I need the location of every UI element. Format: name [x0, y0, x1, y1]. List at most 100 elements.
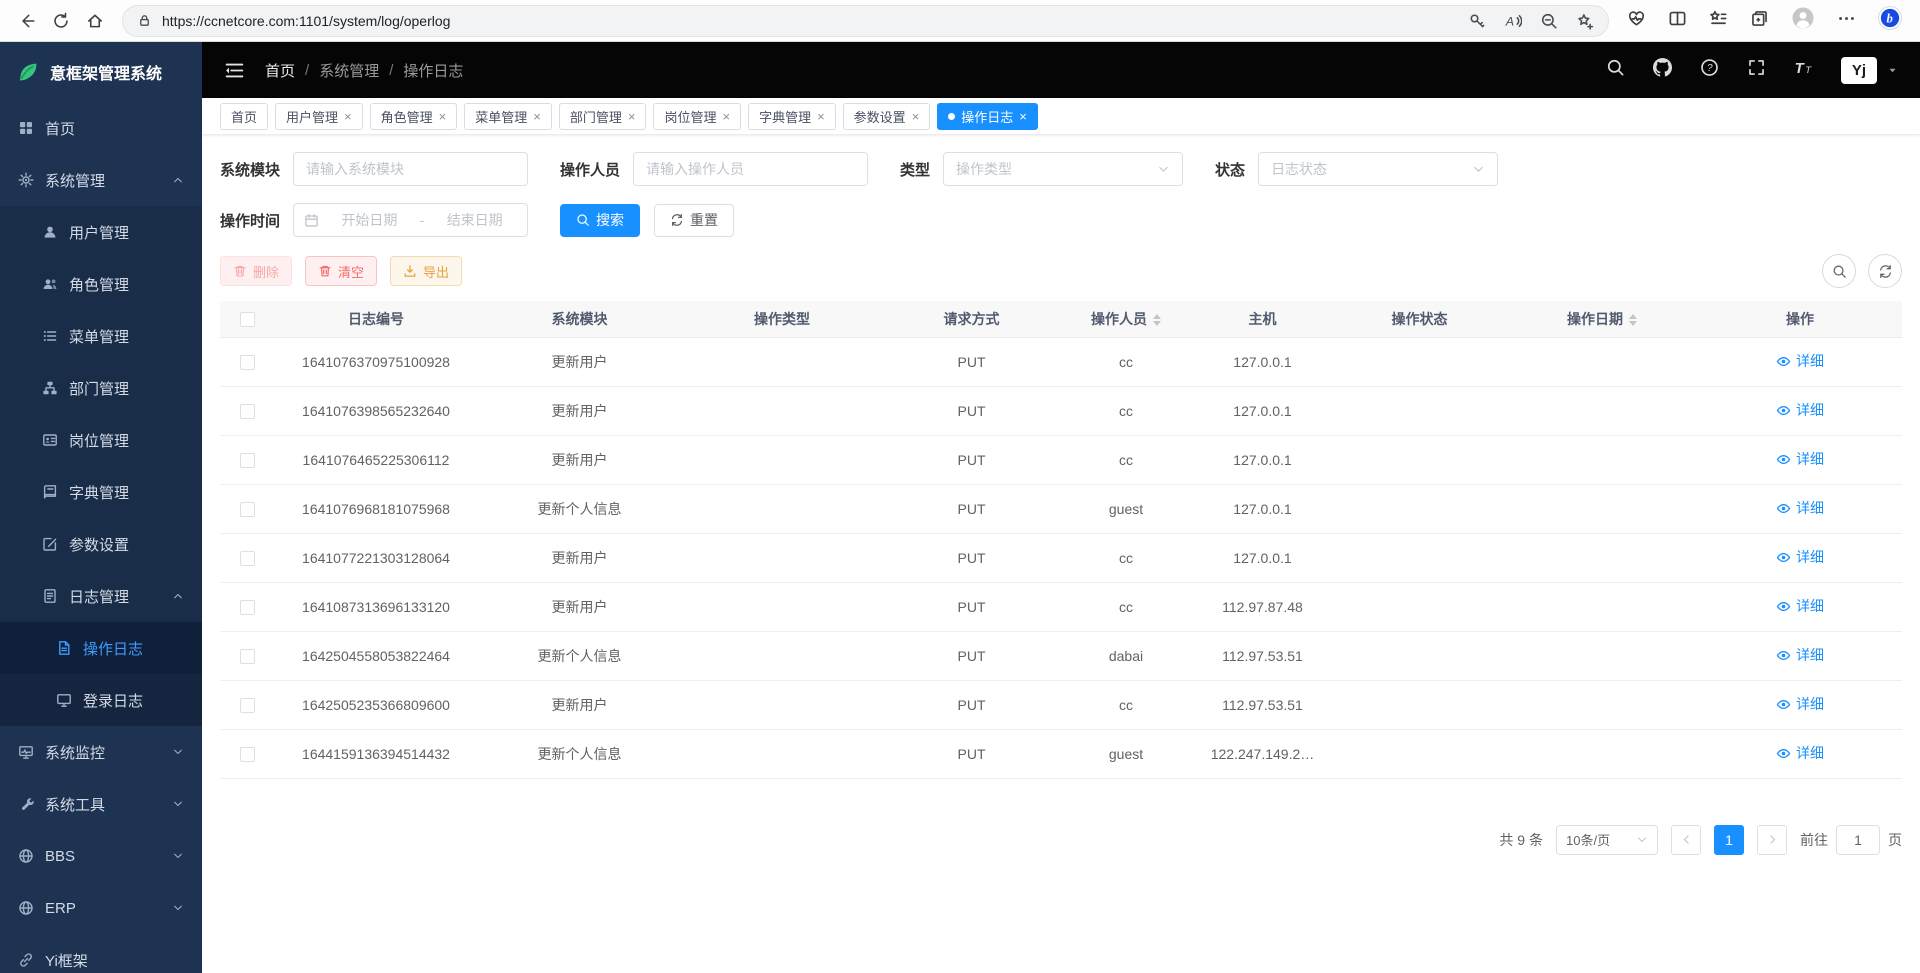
close-icon[interactable]: ×	[344, 110, 352, 123]
tab-post-mgmt[interactable]: 岗位管理×	[653, 103, 741, 130]
detail-link[interactable]: 详细	[1776, 547, 1824, 567]
sidebar-item-home[interactable]: 首页	[0, 102, 202, 154]
browser-menu-button[interactable]	[1837, 9, 1856, 33]
sidebar-item-dict-mgmt[interactable]: 字典管理	[0, 466, 202, 518]
password-key-button[interactable]	[1468, 12, 1486, 30]
row-checkbox[interactable]	[240, 355, 255, 370]
close-icon[interactable]: ×	[439, 110, 447, 123]
clear-button[interactable]: 清空	[305, 256, 377, 286]
url-text[interactable]: https://ccnetcore.com:1101/system/log/op…	[162, 13, 1450, 29]
browser-essentials-button[interactable]	[1627, 9, 1646, 33]
detail-link[interactable]: 详细	[1776, 400, 1824, 420]
select-all-checkbox[interactable]	[240, 312, 255, 327]
tab-role-mgmt[interactable]: 角色管理×	[370, 103, 458, 130]
row-checkbox[interactable]	[240, 600, 255, 615]
row-checkbox[interactable]	[240, 404, 255, 419]
bing-copilot-button[interactable]: b	[1878, 6, 1902, 35]
split-screen-button[interactable]	[1668, 9, 1687, 33]
sidebar-item-system-monitor[interactable]: 系统监控	[0, 726, 202, 778]
tab-home[interactable]: 首页	[220, 103, 268, 130]
github-button[interactable]	[1653, 58, 1672, 82]
home-button[interactable]	[78, 4, 112, 38]
sidebar-item-log-mgmt[interactable]: 日志管理	[0, 570, 202, 622]
row-checkbox[interactable]	[240, 453, 255, 468]
profile-avatar[interactable]	[1791, 6, 1815, 35]
fullscreen-button[interactable]	[1747, 58, 1766, 82]
export-button[interactable]: 导出	[390, 256, 462, 286]
detail-link[interactable]: 详细	[1776, 351, 1824, 371]
detail-link[interactable]: 详细	[1776, 645, 1824, 665]
col-header-date-sortable[interactable]: 操作日期	[1506, 301, 1698, 337]
sidebar-item-bbs[interactable]: BBS	[0, 830, 202, 882]
detail-link[interactable]: 详细	[1776, 498, 1824, 518]
close-icon[interactable]: ×	[1019, 110, 1027, 123]
row-checkbox[interactable]	[240, 649, 255, 664]
col-header-operator-sortable[interactable]: 操作人员	[1060, 301, 1192, 337]
operator-input[interactable]	[633, 152, 868, 186]
next-page-button[interactable]	[1757, 825, 1787, 855]
tab-user-mgmt[interactable]: 用户管理×	[275, 103, 363, 130]
collections-button[interactable]	[1750, 9, 1769, 33]
sort-caret-icon[interactable]	[1153, 314, 1161, 326]
sidebar-item-system-mgmt[interactable]: 系统管理	[0, 154, 202, 206]
close-icon[interactable]: ×	[912, 110, 920, 123]
tab-oper-log-active[interactable]: 操作日志×	[937, 103, 1038, 130]
sort-caret-icon[interactable]	[1629, 314, 1637, 326]
favorites-button[interactable]	[1709, 9, 1728, 33]
start-date-placeholder[interactable]: 开始日期	[327, 210, 412, 230]
sidebar-item-param-settings[interactable]: 参数设置	[0, 518, 202, 570]
tab-dict-mgmt[interactable]: 字典管理×	[748, 103, 836, 130]
tab-menu-mgmt[interactable]: 菜单管理×	[464, 103, 552, 130]
sidebar-item-erp[interactable]: ERP	[0, 882, 202, 934]
reload-button[interactable]	[44, 4, 78, 38]
status-select[interactable]: 日志状态	[1258, 152, 1498, 186]
goto-page-input[interactable]	[1836, 825, 1880, 855]
row-checkbox[interactable]	[240, 747, 255, 762]
detail-link[interactable]: 详细	[1776, 449, 1824, 469]
sidebar-item-system-tools[interactable]: 系统工具	[0, 778, 202, 830]
read-aloud-button[interactable]: A	[1504, 12, 1522, 30]
row-checkbox[interactable]	[240, 551, 255, 566]
date-range-picker[interactable]: 开始日期 - 结束日期	[293, 203, 528, 237]
header-search-button[interactable]	[1606, 58, 1625, 82]
app-logo[interactable]: 意框架管理系统	[0, 42, 202, 102]
page-size-select[interactable]: 10条/页	[1556, 825, 1658, 855]
add-favorite-button[interactable]	[1576, 12, 1594, 30]
row-checkbox[interactable]	[240, 502, 255, 517]
sidebar-item-login-log[interactable]: 登录日志	[0, 674, 202, 726]
end-date-placeholder[interactable]: 结束日期	[432, 210, 517, 230]
font-size-button[interactable]: TT	[1794, 58, 1813, 82]
detail-link[interactable]: 详细	[1776, 596, 1824, 616]
breadcrumb-system-mgmt[interactable]: 系统管理	[319, 60, 379, 81]
close-icon[interactable]: ×	[722, 110, 730, 123]
refresh-table-button[interactable]	[1868, 254, 1902, 288]
detail-link[interactable]: 详细	[1776, 694, 1824, 714]
reset-button[interactable]: 重置	[654, 204, 734, 237]
sidebar-item-yi-framework[interactable]: Yi框架	[0, 934, 202, 973]
sidebar-item-menu-mgmt[interactable]: 菜单管理	[0, 310, 202, 362]
sidebar-item-role-mgmt[interactable]: 角色管理	[0, 258, 202, 310]
help-button[interactable]: ?	[1700, 58, 1719, 82]
delete-button[interactable]: 删除	[220, 256, 292, 286]
sidebar-item-dept-mgmt[interactable]: 部门管理	[0, 362, 202, 414]
search-button[interactable]: 搜索	[560, 204, 640, 237]
collapse-sidebar-button[interactable]	[224, 60, 245, 81]
sidebar-item-user-mgmt[interactable]: 用户管理	[0, 206, 202, 258]
close-icon[interactable]: ×	[628, 110, 636, 123]
close-icon[interactable]: ×	[817, 110, 825, 123]
zoom-out-button[interactable]	[1540, 12, 1558, 30]
back-button[interactable]	[10, 4, 44, 38]
close-icon[interactable]: ×	[533, 110, 541, 123]
prev-page-button[interactable]	[1671, 825, 1701, 855]
row-checkbox[interactable]	[240, 698, 255, 713]
breadcrumb-home[interactable]: 首页	[265, 60, 295, 81]
sidebar-item-post-mgmt[interactable]: 岗位管理	[0, 414, 202, 466]
tab-dept-mgmt[interactable]: 部门管理×	[559, 103, 647, 130]
caret-down-icon[interactable]	[1887, 65, 1898, 76]
show-search-button[interactable]	[1822, 254, 1856, 288]
user-avatar-logo[interactable]: Yj	[1841, 57, 1877, 84]
detail-link[interactable]: 详细	[1776, 743, 1824, 763]
tab-param-settings[interactable]: 参数设置×	[843, 103, 931, 130]
address-bar[interactable]: https://ccnetcore.com:1101/system/log/op…	[122, 5, 1609, 37]
page-number-current[interactable]: 1	[1714, 825, 1744, 855]
